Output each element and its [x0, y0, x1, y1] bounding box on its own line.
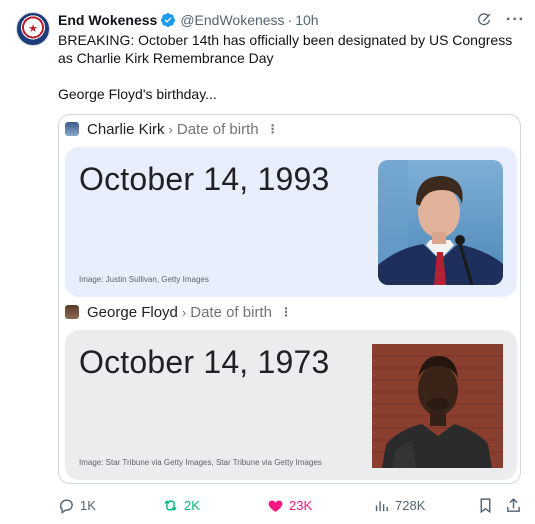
card1-panel: October 14, 1993 Image: Justin Sullivan,… — [65, 147, 517, 297]
author-name[interactable]: End Wokeness — [58, 12, 157, 28]
like-count: 23K — [289, 497, 313, 513]
card2-panel: October 14, 1973 Image: Star Tribune via… — [65, 330, 517, 480]
card2-header: George Floyd › Date of birth ⋮ — [65, 300, 292, 324]
card1-photo — [378, 160, 503, 285]
share-icon — [507, 497, 520, 512]
action-bar: 1K 2K 23K 728K — [58, 495, 524, 515]
card2-kebab-icon: ⋮ — [279, 305, 292, 319]
tweet-text: BREAKING: October 14th has officially be… — [58, 31, 528, 103]
reply-count: 1K — [80, 497, 96, 513]
avatar-star-icon: ★ — [28, 23, 38, 35]
header-separator: · — [287, 12, 293, 28]
tweet-text-line2: George Floyd's birthday... — [58, 86, 217, 102]
views-button[interactable]: 728K — [373, 495, 425, 515]
more-icon[interactable]: ··· — [506, 12, 525, 28]
card2-date: October 14, 1973 — [79, 344, 330, 380]
share-button[interactable] — [505, 495, 527, 515]
card2-attribute: Date of birth — [190, 303, 272, 321]
bookmark-button[interactable] — [477, 495, 499, 515]
header-icons: ··· — [476, 12, 525, 28]
card1-header: Charlie Kirk › Date of birth ⋮ — [65, 117, 279, 141]
card2-mini-avatar — [65, 305, 79, 319]
bookmark-icon — [480, 497, 491, 513]
author-handle[interactable]: @EndWokeness — [180, 12, 284, 28]
tweet-header: End Wokeness @EndWokeness · 10h ··· — [58, 11, 525, 29]
card1-mini-avatar — [65, 122, 79, 136]
reply-button[interactable]: 1K — [58, 495, 96, 515]
card1-chevron-icon: › — [168, 121, 173, 137]
card1-attribute: Date of birth — [176, 120, 259, 138]
card1-subject: Charlie Kirk — [87, 120, 165, 138]
card2-chevron-icon: › — [181, 304, 187, 320]
card1-kebab-icon: ⋮ — [266, 122, 279, 136]
media-card[interactable]: Charlie Kirk › Date of birth ⋮ October 1… — [58, 114, 521, 484]
card2-photo — [372, 344, 503, 468]
repost-icon — [164, 499, 177, 511]
author-avatar[interactable]: ★ — [16, 12, 50, 46]
repost-button[interactable]: 2K — [162, 495, 200, 515]
card2-caption: Image: Star Tribune via Getty Images, St… — [79, 458, 322, 467]
card1-caption: Image: Justin Sullivan, Getty Images — [79, 275, 209, 284]
like-icon — [268, 500, 283, 512]
grok-icon[interactable] — [476, 12, 492, 28]
reply-icon — [60, 498, 73, 514]
views-icon — [375, 500, 388, 511]
like-button[interactable]: 23K — [267, 495, 312, 515]
card1-date: October 14, 1993 — [79, 161, 330, 197]
tweet-time[interactable]: 10h — [295, 12, 318, 28]
repost-count: 2K — [184, 497, 200, 513]
verified-badge-icon — [161, 13, 176, 27]
views-count: 728K — [395, 497, 426, 513]
tweet-text-line1: BREAKING: October 14th has officially be… — [58, 32, 513, 66]
card2-subject: George Floyd — [87, 303, 178, 321]
